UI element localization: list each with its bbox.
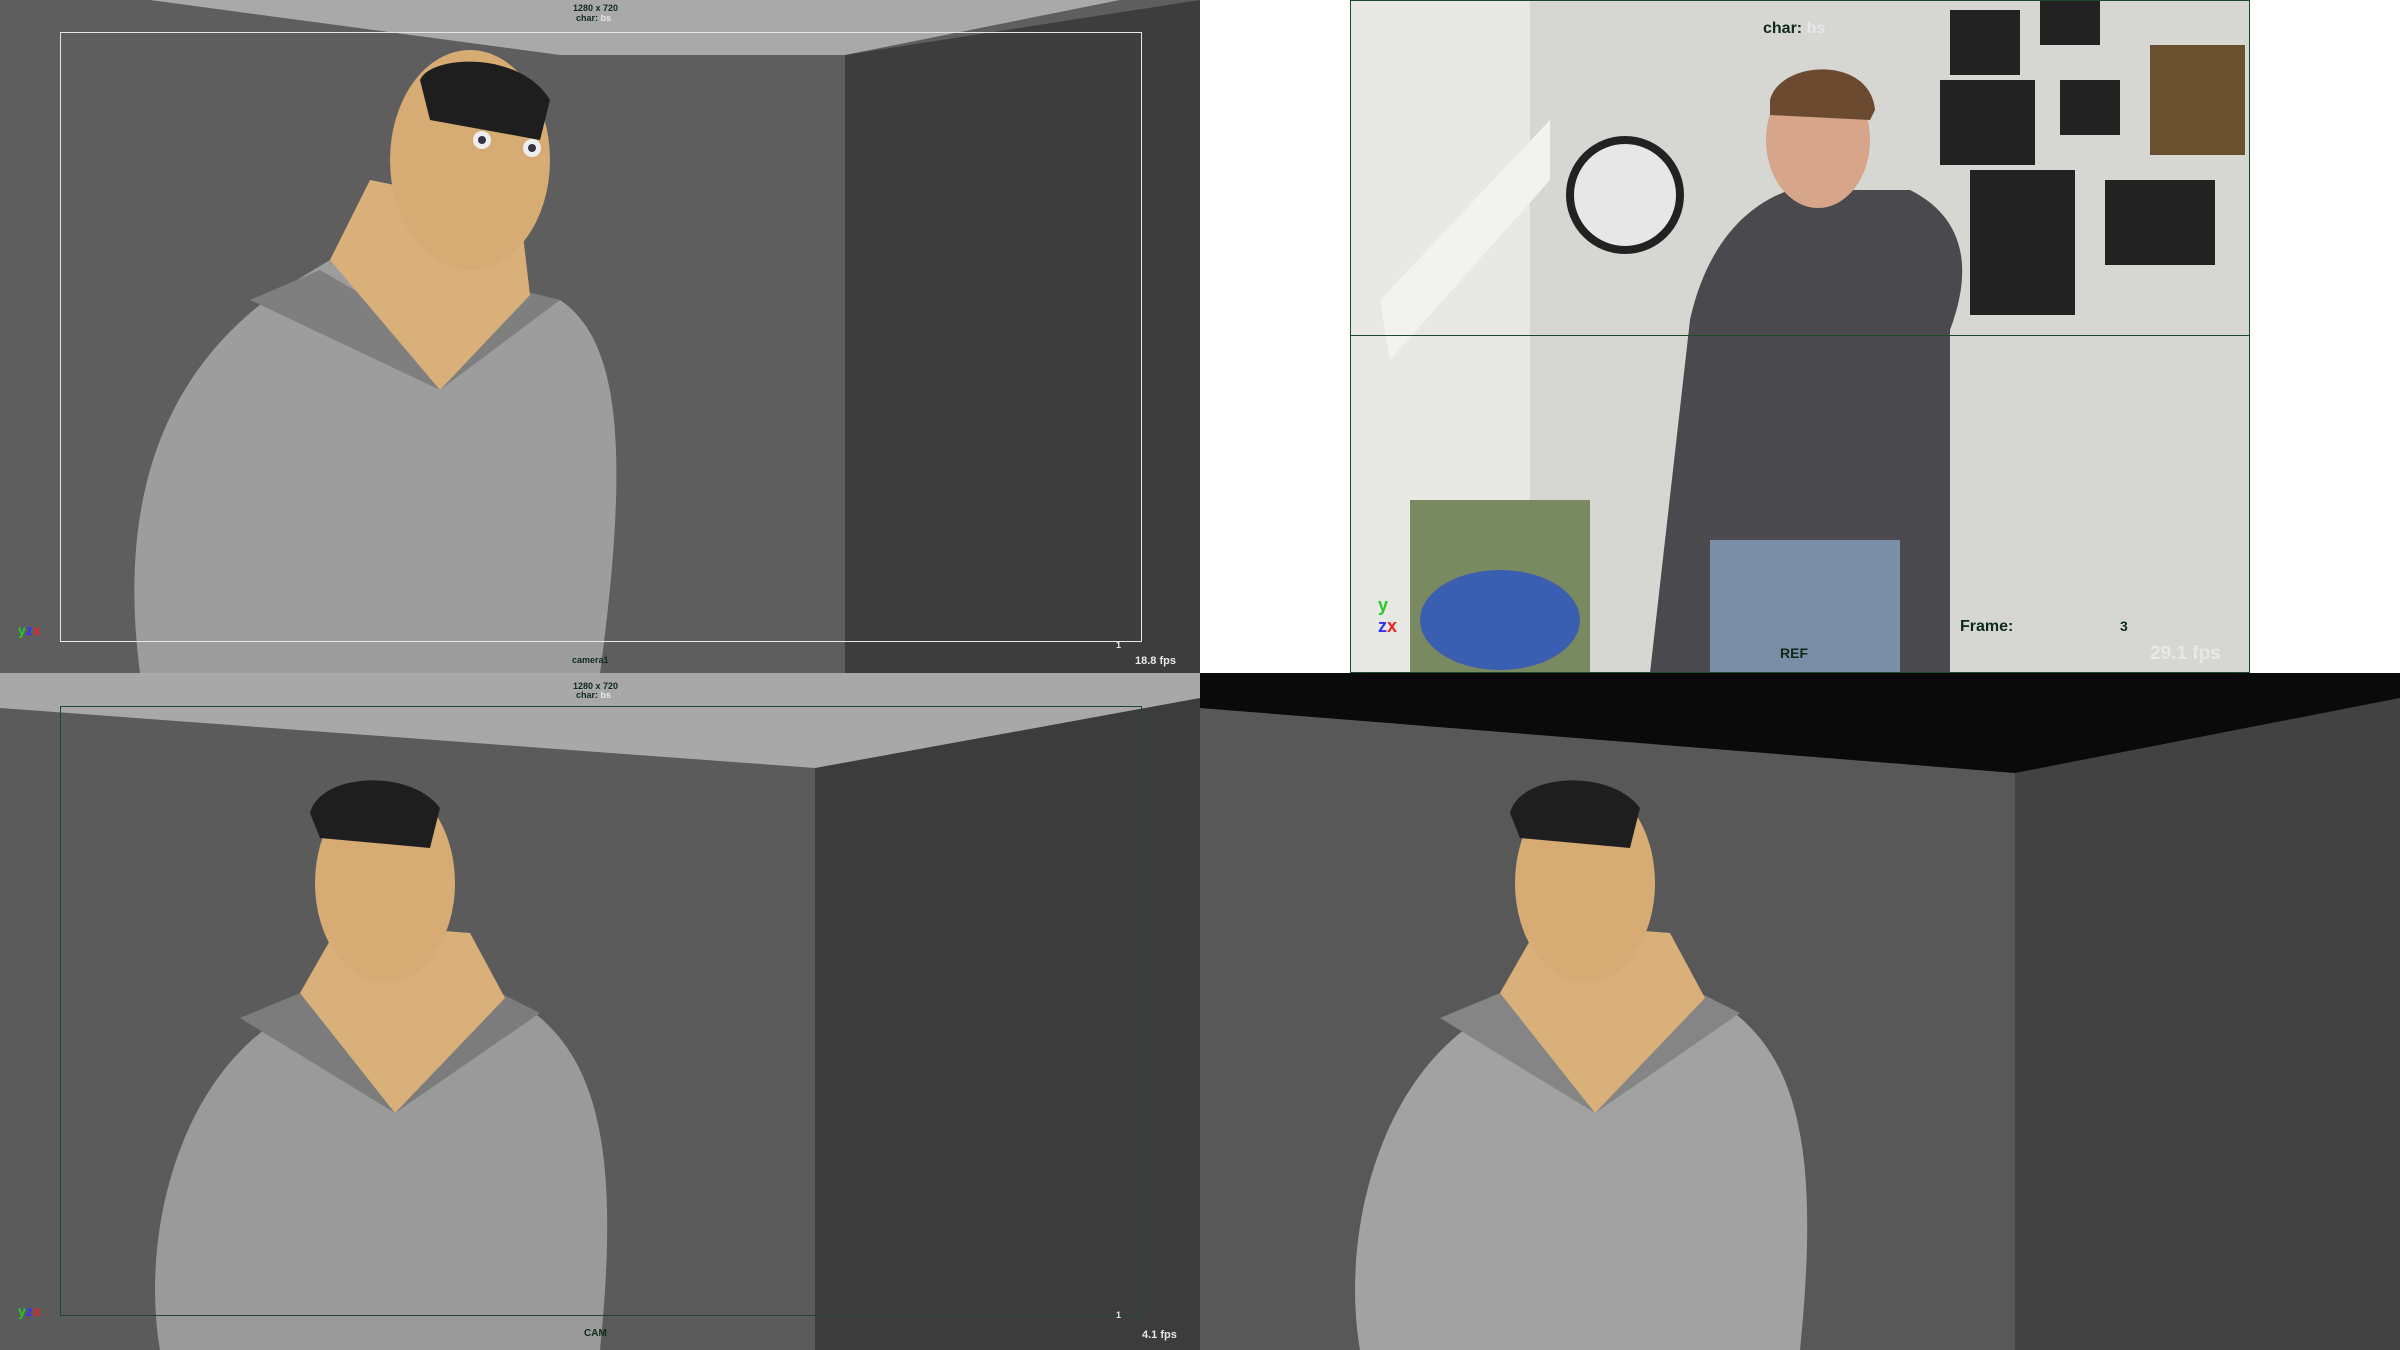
resolution-gate (60, 32, 1142, 642)
axis-gizmo-icon: yzx (18, 622, 41, 638)
viewport-bottom-right[interactable] (1200, 673, 2400, 1350)
char-label: char: bs (576, 690, 612, 700)
resolution-gate (60, 706, 1142, 1316)
resolution-gate (1350, 0, 2250, 673)
viewport-top-left[interactable]: 1280 x 720 char: bs camera1 1 18.8 fps y… (0, 0, 1200, 673)
viewport-gap (2250, 0, 2400, 673)
fps-readout: 4.1 fps (1142, 1329, 1177, 1341)
frame-label: Frame: (1960, 618, 2014, 635)
resolution-label: 1280 x 720 (573, 3, 619, 13)
guide-line (1350, 335, 2250, 336)
axis-gizmo-icon: yzx (18, 1303, 41, 1319)
scene-render (1200, 673, 2400, 1350)
viewport-gap (1200, 0, 1350, 673)
frame-marker: 1 (1116, 1310, 1122, 1320)
fps-readout: 18.8 fps (1135, 655, 1176, 667)
char-label: char: bs (576, 13, 612, 23)
viewport-bottom-left[interactable]: 1280 x 720 char: bs CAM 1 4.1 fps yzx (0, 673, 1200, 1350)
frame-marker: 1 (1116, 640, 1122, 650)
char-label: char: bs (1763, 20, 1826, 37)
axis-gizmo-icon: yzx (1378, 595, 1398, 636)
frame-value: 3 (2120, 618, 2128, 634)
viewport-reference[interactable]: char: bs REF Frame: 3 29.1 fps y zx (1350, 0, 2250, 673)
camera-label: CAM (584, 1328, 607, 1339)
camera-label: camera1 (572, 655, 609, 665)
fps-readout: 29.1 fps (2150, 643, 2221, 664)
ref-label: REF (1780, 645, 1808, 661)
